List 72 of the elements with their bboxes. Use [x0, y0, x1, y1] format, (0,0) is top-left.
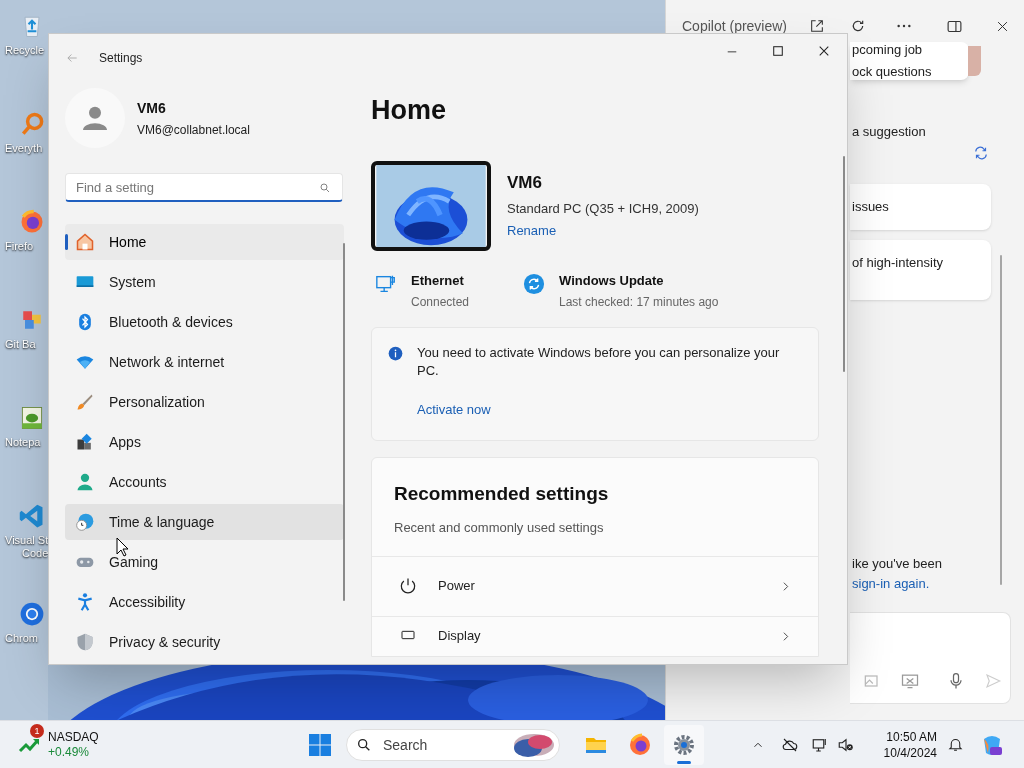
card-text: ock questions [852, 63, 933, 81]
device-model: Standard PC (Q35 + ICH9, 2009) [507, 199, 699, 218]
close-icon[interactable] [818, 45, 830, 57]
activation-message: You need to activate Windows before you can personalize your PC. [417, 344, 781, 380]
page-heading: Home [371, 94, 447, 127]
cursor-icon [115, 537, 129, 557]
status-title: Ethernet [411, 271, 465, 290]
active-indicator [677, 760, 691, 764]
suggestion-card[interactable]: pcoming job ock questions [850, 42, 969, 80]
globe-clock-icon [75, 512, 95, 532]
nav-item[interactable]: Network & internet [65, 344, 344, 380]
panel-title: Copilot (preview) [682, 16, 788, 36]
user-name: VM6 [137, 98, 167, 118]
sync-icon [523, 272, 545, 295]
notification-badge: 1 [30, 723, 44, 738]
section-subtitle: Recent and commonly used settings [394, 519, 605, 537]
setting-row[interactable]: Power [372, 555, 818, 616]
status-title: Windows Update [559, 271, 665, 290]
setting-row[interactable]: Display [372, 615, 818, 656]
sign-in-link[interactable]: sign-in again. [852, 573, 1024, 594]
external-link-icon[interactable] [809, 18, 825, 34]
nav-item[interactable]: Personalization [65, 384, 344, 420]
setting-label: Power [438, 577, 475, 596]
section-title: Recommended settings [394, 481, 610, 506]
nav-item[interactable]: Apps [65, 424, 344, 460]
setting-label: Display [438, 627, 481, 646]
power-icon [398, 576, 418, 596]
accessibility-icon [75, 592, 95, 612]
windows-start-icon[interactable] [308, 732, 332, 757]
notice-text: ike you've been [852, 554, 943, 573]
status-subtitle: Last checked: 17 minutes ago [559, 294, 719, 311]
info-icon [388, 346, 403, 361]
gear-icon [672, 732, 696, 757]
nav-item[interactable]: Home [65, 224, 344, 260]
selection-indicator [65, 234, 68, 250]
nav-item[interactable]: Bluetooth & devices [65, 304, 344, 340]
clock[interactable]: 10:50 AM 10/4/2024 [867, 728, 937, 761]
card-image [968, 46, 981, 76]
activate-link[interactable]: Activate now [417, 400, 802, 420]
nav-item[interactable]: Accessibility [65, 584, 344, 620]
card-text: of high-intensity [852, 253, 945, 272]
card-text: pcoming job [852, 41, 924, 59]
suggestion-card[interactable]: issues [850, 183, 991, 230]
nav-item[interactable]: Privacy & security [65, 624, 344, 660]
taskbar-app[interactable] [664, 724, 704, 765]
refresh-icon[interactable] [850, 18, 866, 34]
brush-icon [75, 392, 95, 412]
widget-value[interactable]: +0.49% [48, 744, 99, 760]
suggestion-heading: a suggestion [852, 123, 927, 141]
house-icon [75, 232, 95, 252]
nav-item[interactable]: Time & language [65, 504, 344, 540]
nav-item[interactable]: System [65, 264, 344, 300]
search-icon [356, 736, 372, 753]
nav-item[interactable]: Gaming [65, 544, 344, 580]
search-field[interactable]: Find a setting [65, 173, 343, 202]
card-text: issues [852, 197, 890, 216]
nav-item[interactable]: Accounts [65, 464, 344, 500]
apps-icon [75, 432, 95, 452]
widget-title[interactable]: NASDAQ [48, 729, 99, 745]
suggestion-card[interactable]: of high-intensity [850, 239, 991, 300]
person-icon [75, 472, 95, 492]
window-title: Settings [99, 50, 143, 67]
shield-icon [75, 632, 95, 652]
search-icon [319, 182, 331, 194]
rename-link[interactable]: Rename [507, 221, 699, 241]
maximize-icon[interactable] [772, 45, 784, 57]
status-subtitle: Connected [411, 294, 470, 311]
chat-input[interactable] [850, 612, 1011, 704]
browser-icon [628, 732, 652, 757]
device-name: VM6 [507, 172, 543, 195]
bell-icon[interactable] [947, 736, 964, 753]
user-email: VM6@collabnet.local [137, 121, 250, 139]
